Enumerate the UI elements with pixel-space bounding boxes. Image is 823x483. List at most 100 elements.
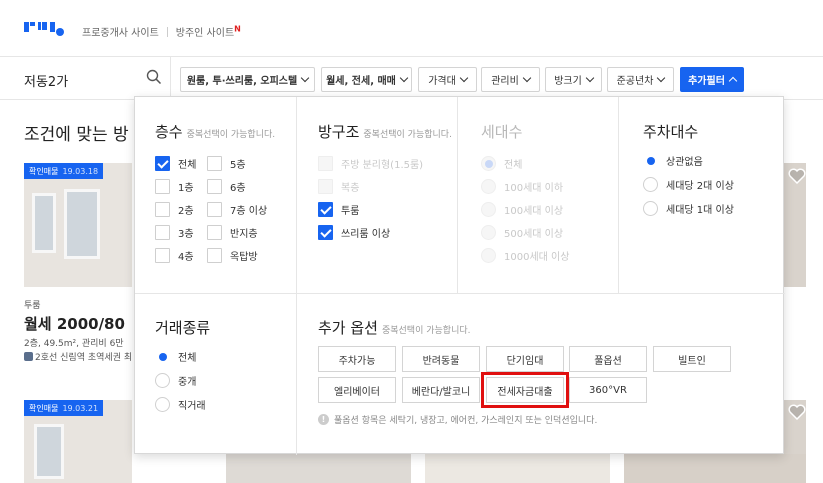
floor-option-6[interactable]: 6층 [207, 179, 246, 194]
checkbox[interactable] [155, 202, 170, 217]
floor-option-basement[interactable]: 반지층 [207, 225, 258, 240]
radio[interactable] [155, 373, 170, 388]
chevron-down-icon [459, 73, 469, 83]
floor-option-4[interactable]: 4층 [155, 248, 194, 263]
badge-label: 확인매물 [29, 166, 59, 176]
checkbox[interactable] [207, 202, 222, 217]
room-size-filter[interactable]: 방크기 [545, 67, 602, 92]
radio [481, 156, 496, 171]
radio[interactable] [643, 201, 658, 216]
option-label: 전체 [178, 160, 197, 171]
floor-option-7plus[interactable]: 7층 이상 [207, 202, 267, 217]
option-label: 2층 [178, 206, 194, 217]
option-built-in-button[interactable]: 빌트인 [653, 346, 731, 372]
households-option-over-100: 100세대 이상 [481, 202, 563, 217]
broker-site-link[interactable]: 프로중개사 사이트 [82, 24, 159, 39]
listing-photo[interactable]: 확인매물 19.03.21 [24, 400, 132, 483]
households-option-all: 전체 [481, 156, 522, 171]
structure-option-duplex: 복층 [318, 179, 359, 194]
parking-section-title: 주차대수 [643, 123, 699, 141]
dabang-logo[interactable] [24, 22, 64, 36]
checkbox[interactable] [155, 248, 170, 263]
checkbox[interactable] [207, 225, 222, 240]
listing-photo[interactable] [425, 454, 610, 483]
structure-title-text: 방구조 [318, 123, 360, 141]
checkbox[interactable] [155, 179, 170, 194]
subway-icon [24, 352, 33, 361]
option-elevator-button[interactable]: 엘리베이터 [318, 377, 396, 403]
option-label: 반지층 [230, 229, 258, 240]
more-filters-button[interactable]: 추가필터 [680, 67, 744, 92]
floor-note: 중복선택이 가능합니다. [186, 130, 276, 140]
floor-option-2[interactable]: 2층 [155, 202, 194, 217]
floor-section-title: 층수 중복선택이 가능합니다. [155, 121, 275, 142]
listing-price[interactable]: 월세 2000/80 [24, 313, 125, 334]
radio[interactable] [155, 349, 170, 364]
deal-type-filter[interactable]: 월세, 전세, 매매 [321, 67, 412, 92]
price-filter[interactable]: 가격대 [418, 67, 477, 92]
deal-option-direct[interactable]: 직거래 [155, 397, 206, 412]
listing-photo[interactable] [624, 454, 806, 483]
radio[interactable] [643, 153, 658, 168]
room-type-label: 투룸 [24, 301, 41, 311]
parking-option-2-per-unit[interactable]: 세대당 2대 이상 [643, 177, 734, 192]
radio [481, 179, 496, 194]
room-type-filter[interactable]: 원룸, 투·쓰리룸, 오피스텔 [180, 67, 315, 92]
checkbox[interactable] [207, 248, 222, 263]
checkbox[interactable] [207, 156, 222, 171]
floor-option-3[interactable]: 3층 [155, 225, 194, 240]
structure-option-three-room[interactable]: 쓰리룸 이상 [318, 225, 390, 240]
households-option-under-100: 100세대 이하 [481, 179, 563, 194]
option-full-option-button[interactable]: 풀옵션 [569, 346, 647, 372]
floor-option-rooftop[interactable]: 옥탑방 [207, 248, 258, 263]
floor-title-text: 층수 [155, 123, 183, 141]
parking-option-any[interactable]: 상관없음 [643, 153, 703, 168]
checkbox[interactable] [318, 202, 333, 217]
partner-site-link[interactable]: 방주인 사이트N [176, 24, 241, 39]
heart-icon[interactable] [788, 404, 806, 420]
structure-option-two-room[interactable]: 투룸 [318, 202, 359, 217]
location-input[interactable]: 저동2가 [24, 71, 68, 90]
option-360vr-button[interactable]: 360°VR [569, 377, 647, 403]
listing-photo[interactable]: 확인매물 19.03.18 [24, 163, 132, 287]
search-icon[interactable] [146, 69, 162, 85]
filter-label: 방크기 [554, 76, 582, 87]
partner-site-label: 방주인 사이트 [175, 28, 235, 39]
info-icon: ! [318, 414, 329, 425]
floor-option-all[interactable]: 전체 [155, 156, 196, 171]
deal-option-all[interactable]: 전체 [155, 349, 196, 364]
radio[interactable] [155, 397, 170, 412]
extra-note: 중복선택이 가능합니다. [381, 326, 471, 336]
site-links: 프로중개사 사이트 방주인 사이트N [82, 24, 241, 39]
listing-station: 2호선 신림역 초역세권 최 [24, 350, 132, 363]
option-label: 3층 [178, 229, 194, 240]
radio[interactable] [643, 177, 658, 192]
deal-option-broker[interactable]: 중개 [155, 373, 196, 388]
checkbox[interactable] [155, 225, 170, 240]
parking-option-1-per-unit[interactable]: 세대당 1대 이상 [643, 201, 734, 216]
option-label: 옥탑방 [230, 252, 258, 263]
option-label: 세대당 1대 이상 [666, 205, 734, 216]
option-jeonse-loan-button[interactable]: 전세자금대출 [481, 372, 569, 408]
checkbox[interactable] [155, 156, 170, 171]
badge-date: 19.03.21 [62, 403, 99, 413]
floor-option-1[interactable]: 1층 [155, 179, 194, 194]
badge-label: 확인매물 [29, 403, 59, 413]
option-label: 쓰리룸 이상 [341, 229, 391, 240]
option-label: 중개 [178, 377, 197, 388]
listing-photo[interactable] [226, 454, 411, 483]
checkbox[interactable] [318, 225, 333, 240]
badge-date: 19.03.18 [62, 166, 99, 176]
option-balcony-button[interactable]: 베란다/발코니 [402, 377, 480, 403]
floor-option-5[interactable]: 5층 [207, 156, 246, 171]
option-parking-button[interactable]: 주차가능 [318, 346, 396, 372]
checkbox[interactable] [207, 179, 222, 194]
heart-icon[interactable] [788, 168, 806, 184]
option-pets-button[interactable]: 반려동물 [402, 346, 480, 372]
maintenance-fee-filter[interactable]: 관리비 [481, 67, 540, 92]
filter-label: 월세, 전세, 매매 [326, 76, 396, 87]
build-year-filter[interactable]: 준공년차 [607, 67, 674, 92]
option-label: 상관없음 [666, 157, 703, 168]
filter-label: 추가필터 [688, 76, 725, 87]
option-short-term-button[interactable]: 단기임대 [486, 346, 564, 372]
